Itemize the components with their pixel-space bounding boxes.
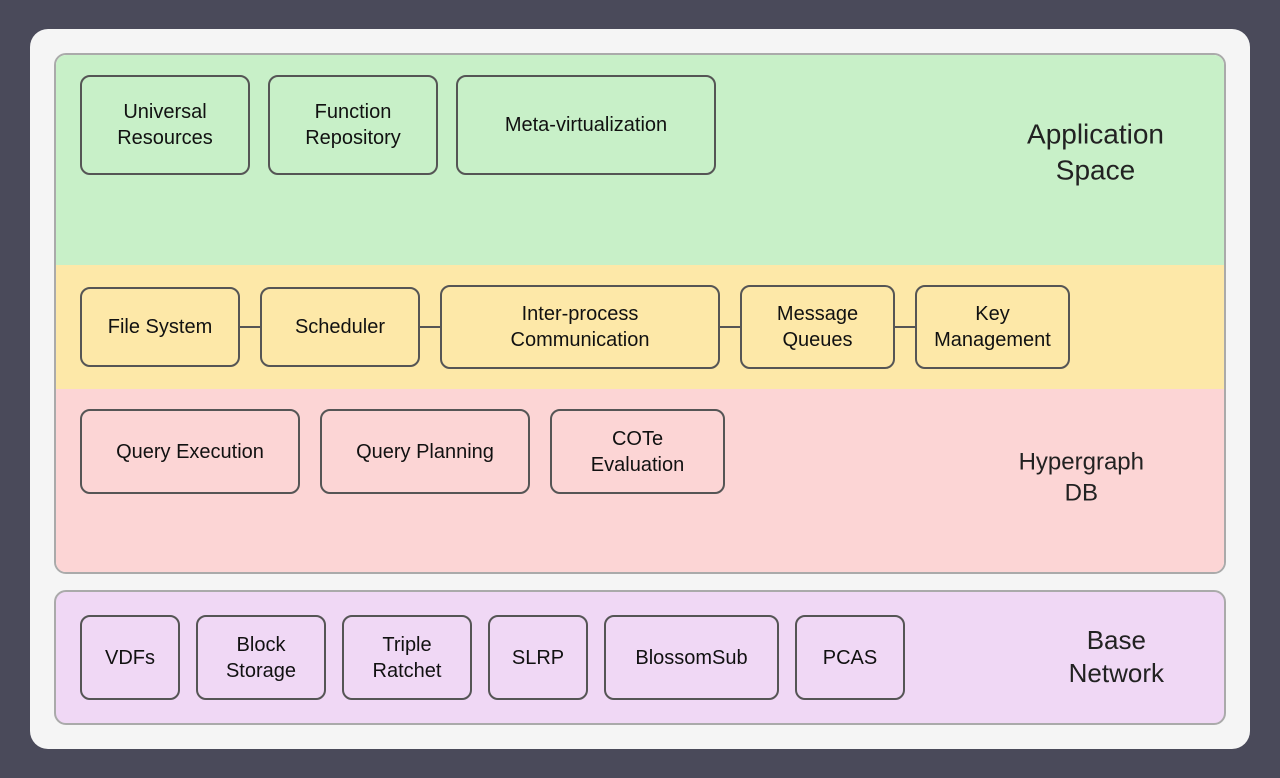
box-triple-ratchet: TripleRatchet (342, 615, 472, 700)
box-function-repository: FunctionRepository (268, 75, 438, 175)
box-block-storage: BlockStorage (196, 615, 326, 700)
box-universal-resources: UniversalResources (80, 75, 250, 175)
box-meta-virtualization: Meta-virtualization (456, 75, 716, 175)
meta-virtualization-label: Meta-virtualization (505, 112, 667, 138)
box-scheduler: Scheduler (260, 287, 420, 367)
box-file-system: File System (80, 287, 240, 367)
box-key-management: KeyManagement (915, 285, 1070, 369)
base-items: VDFs BlockStorage TripleRatchet SLRP Blo… (80, 615, 905, 700)
connector-4 (895, 326, 915, 328)
box-message-queues: MessageQueues (740, 285, 895, 369)
application-space-label: ApplicationSpace (1027, 116, 1164, 189)
main-container: UniversalResources FunctionRepository Me… (30, 29, 1250, 749)
layer-base-network: VDFs BlockStorage TripleRatchet SLRP Blo… (54, 590, 1226, 725)
os-items: File System Scheduler Inter-processCommu… (80, 285, 1200, 369)
box-blossomsub: BlossomSub (604, 615, 779, 700)
box-vdfs: VDFs (80, 615, 180, 700)
layer-hdb: Query Execution Query Planning COTeEvalu… (56, 389, 1224, 572)
base-network-label: BaseNetwork (1069, 624, 1164, 692)
box-ipc: Inter-processCommunication (440, 285, 720, 369)
function-repository-label: FunctionRepository (305, 99, 401, 151)
box-cote-evaluation: COTeEvaluation (550, 409, 725, 494)
box-slrp: SLRP (488, 615, 588, 700)
connector-2 (420, 326, 440, 328)
layer-os: File System Scheduler Inter-processCommu… (56, 265, 1224, 389)
box-pcas: PCAS (795, 615, 905, 700)
connector-1 (240, 326, 260, 328)
hypergraph-db-label: HypergraphDB (1019, 446, 1144, 508)
box-query-planning: Query Planning (320, 409, 530, 494)
universal-resources-label: UniversalResources (117, 99, 213, 151)
layer-application-space: UniversalResources FunctionRepository Me… (56, 55, 1224, 265)
box-query-execution: Query Execution (80, 409, 300, 494)
connector-3 (720, 326, 740, 328)
inner-stack: UniversalResources FunctionRepository Me… (54, 53, 1226, 574)
